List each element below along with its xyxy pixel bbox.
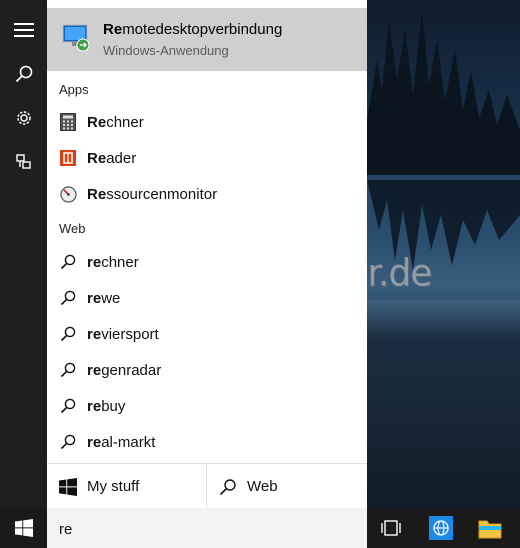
web-suggestion-item[interactable]: rechner (47, 244, 367, 280)
app-item-label: Rechner (87, 113, 144, 131)
my-stuff-label: My stuff (87, 478, 140, 495)
web-scope-label: Web (247, 478, 278, 495)
app-item-ressourcenmonitor[interactable]: Ressourcenmonitor (47, 176, 367, 212)
hamburger-menu-button[interactable] (0, 10, 47, 50)
windows-logo-icon (14, 519, 33, 537)
search-results-panel: Remotedesktopverbindung Windows-Anwendun… (47, 0, 367, 509)
web-suggestion-item[interactable]: real-markt (47, 424, 367, 460)
best-match-subtitle: Windows-Anwendung (103, 43, 229, 58)
folder-icon (478, 520, 502, 539)
taskbar (0, 508, 520, 548)
web-suggestion-label: rechner (87, 253, 139, 271)
feedback-icon (15, 154, 31, 169)
web-scope-button[interactable]: Web (207, 464, 366, 509)
web-suggestion-label: reviersport (87, 325, 159, 343)
start-button[interactable] (0, 508, 47, 548)
search-icon (60, 290, 76, 306)
web-suggestion-item[interactable]: rebuy (47, 388, 367, 424)
search-icon (60, 398, 76, 414)
web-section-heading: Web (59, 221, 86, 236)
web-suggestion-label: real-markt (87, 433, 156, 451)
feedback-rail-button[interactable] (0, 142, 47, 182)
task-view-icon (381, 520, 401, 536)
taskbar-search-box[interactable] (47, 508, 367, 548)
web-suggestion-label: rebuy (87, 397, 126, 415)
file-explorer-taskbar-button[interactable] (470, 508, 510, 548)
app-item-label: Ressourcenmonitor (87, 185, 218, 203)
my-stuff-button[interactable]: My stuff (47, 464, 206, 509)
task-view-button[interactable] (371, 508, 411, 548)
search-icon (60, 326, 76, 342)
start-left-rail (0, 0, 47, 508)
web-suggestion-item[interactable]: regenradar (47, 352, 367, 388)
app-item-reader[interactable]: Reader (47, 140, 367, 176)
reader-icon (60, 150, 76, 166)
app-item-label: Reader (87, 149, 137, 167)
app-item-rechner[interactable]: Rechner (47, 104, 367, 140)
search-input[interactable] (57, 517, 351, 541)
search-icon (60, 434, 76, 450)
search-icon (219, 478, 236, 495)
globe-icon (429, 516, 453, 540)
browser-taskbar-button[interactable] (421, 508, 461, 548)
resource-monitor-icon (59, 185, 77, 203)
web-suggestion-item[interactable]: reviersport (47, 316, 367, 352)
hamburger-menu-icon (13, 23, 34, 37)
gear-icon (16, 111, 31, 125)
best-match-title: Remotedesktopverbindung (103, 21, 283, 38)
remote-desktop-icon (62, 24, 90, 52)
search-icon (15, 65, 32, 83)
search-scope-footer: My stuff Web (47, 463, 367, 509)
calculator-icon (60, 113, 76, 131)
web-suggestion-label: rewe (87, 289, 121, 307)
apps-section-heading: Apps (59, 82, 89, 97)
settings-rail-button[interactable] (0, 98, 47, 138)
windows-logo-icon (59, 477, 77, 496)
search-rail-button[interactable] (0, 54, 47, 94)
search-icon (60, 254, 76, 270)
search-icon (60, 362, 76, 378)
web-suggestion-label: regenradar (87, 361, 162, 379)
web-suggestion-item[interactable]: rewe (47, 280, 367, 316)
best-match-item[interactable]: Remotedesktopverbindung Windows-Anwendun… (47, 8, 367, 71)
